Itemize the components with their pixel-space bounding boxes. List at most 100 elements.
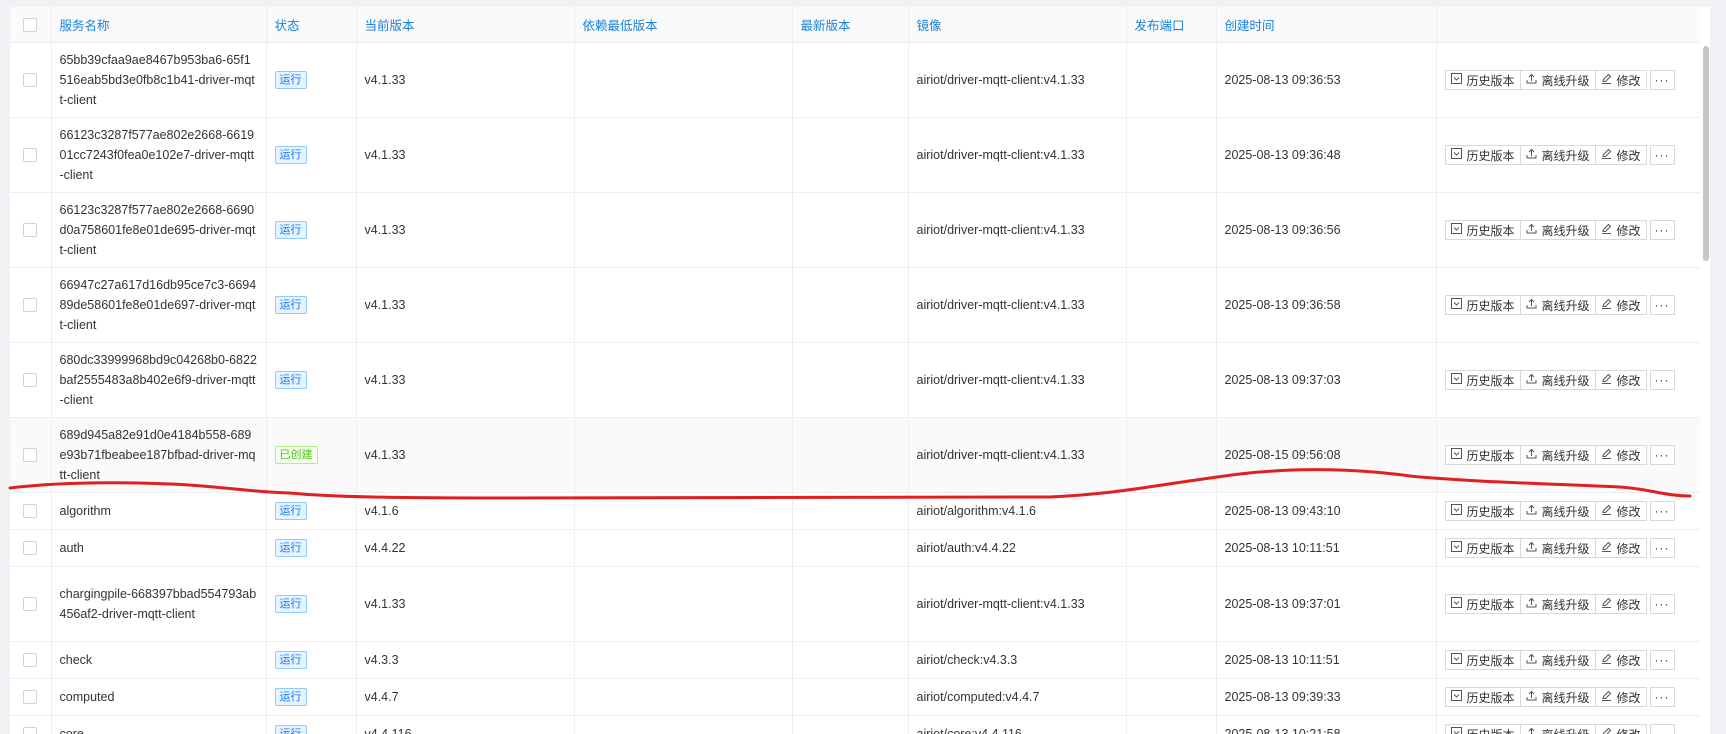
table-row[interactable]: 66947c27a617d16db95ce7c3-669489de58601fe… [10,267,1710,343]
row-checkbox-cell[interactable] [10,529,52,567]
more-actions-button[interactable]: ··· [1649,145,1675,165]
vertical-scrollbar[interactable] [1700,7,1710,734]
edit-button[interactable]: 修改 [1594,145,1647,165]
table-row[interactable]: algorithm 运行 v4.1.6 airiot/algorithm:v4.1.6… [10,492,1710,530]
select-all-checkbox-cell[interactable] [10,7,52,43]
row-checkbox-cell[interactable] [10,678,52,716]
offline-upgrade-button[interactable]: 离线升级 [1519,594,1596,614]
table-row[interactable]: 680dc33999968bd9c04268b0-6822baf2555483a… [10,342,1710,418]
edit-button[interactable]: 修改 [1594,501,1647,521]
offline-upgrade-button[interactable]: 离线升级 [1519,295,1596,315]
offline-upgrade-button[interactable]: 离线升级 [1519,650,1596,670]
history-version-button[interactable]: 历史版本 [1444,538,1521,558]
column-header-latest-version[interactable]: 最新版本 [792,7,909,43]
row-checkbox[interactable] [23,298,38,313]
edit-icon [1601,597,1617,611]
offline-upgrade-button[interactable]: 离线升级 [1519,687,1596,707]
offline-upgrade-button[interactable]: 离线升级 [1519,370,1596,390]
row-checkbox-cell[interactable] [10,117,52,193]
history-version-button[interactable]: 历史版本 [1444,220,1521,240]
service-name: 680dc33999968bd9c04268b0-6822baf2555483a… [51,342,267,418]
more-actions-button[interactable]: ··· [1649,538,1675,558]
row-checkbox[interactable] [23,504,38,519]
row-checkbox[interactable] [23,727,38,734]
select-all-checkbox[interactable] [23,17,38,32]
edit-button[interactable]: 修改 [1594,687,1647,707]
row-checkbox[interactable] [23,597,38,612]
row-checkbox-cell[interactable] [10,566,52,642]
row-checkbox[interactable] [23,541,38,556]
row-checkbox-cell[interactable] [10,267,52,343]
row-checkbox-cell[interactable] [10,715,52,734]
table-row[interactable]: core 运行 v4.4.116 airiot/core:v4.4.116 2025-0… [10,715,1710,734]
table-row[interactable]: chargingpile-668397bbad554793ab456af2-dr… [10,566,1710,642]
row-checkbox[interactable] [23,448,38,463]
more-actions-button[interactable]: ··· [1649,724,1675,734]
row-checkbox-cell[interactable] [10,492,52,530]
more-actions-button[interactable]: ··· [1649,70,1675,90]
offline-upgrade-button[interactable]: 离线升级 [1519,501,1596,521]
offline-upgrade-button[interactable]: 离线升级 [1519,145,1596,165]
scrollbar-thumb[interactable] [1703,46,1709,261]
table-row[interactable]: computed 运行 v4.4.7 airiot/computed:v4.4.7 20… [10,678,1710,716]
column-header-image[interactable]: 镜像 [908,7,1127,43]
table-row[interactable]: 66123c3287f577ae802e2668-6690d0a758601fe… [10,192,1710,268]
offline-upgrade-button[interactable]: 离线升级 [1519,724,1596,734]
history-version-button[interactable]: 历史版本 [1444,594,1521,614]
table-row[interactable]: 65bb39cfaa9ae8467b953ba6-65f1516eab5bd3e… [10,42,1710,118]
offline-upgrade-button[interactable]: 离线升级 [1519,70,1596,90]
row-checkbox-cell[interactable] [10,641,52,679]
edit-button[interactable]: 修改 [1594,538,1647,558]
row-checkbox[interactable] [23,223,38,238]
column-header-status[interactable]: 状态 [266,7,357,43]
edit-button[interactable]: 修改 [1594,370,1647,390]
history-version-button[interactable]: 历史版本 [1444,145,1521,165]
table-row[interactable]: auth 运行 v4.4.22 airiot/auth:v4.4.22 2025-08-… [10,529,1710,567]
history-version-button[interactable]: 历史版本 [1444,445,1521,465]
edit-button[interactable]: 修改 [1594,70,1647,90]
table-row[interactable]: check 运行 v4.3.3 airiot/check:v4.3.3 2025-08-… [10,641,1710,679]
edit-button[interactable]: 修改 [1594,724,1647,734]
more-actions-button[interactable]: ··· [1649,687,1675,707]
offline-upgrade-button[interactable]: 离线升级 [1519,220,1596,240]
more-actions-button[interactable]: ··· [1649,370,1675,390]
column-header-created[interactable]: 创建时间 [1216,7,1437,43]
row-checkbox[interactable] [23,373,38,388]
history-version-button[interactable]: 历史版本 [1444,724,1521,734]
edit-button[interactable]: 修改 [1594,295,1647,315]
edit-button[interactable]: 修改 [1594,445,1647,465]
row-checkbox[interactable] [23,690,38,705]
more-actions-button[interactable]: ··· [1649,220,1675,240]
row-checkbox-cell[interactable] [10,342,52,418]
row-checkbox-cell[interactable] [10,42,52,118]
more-actions-button[interactable]: ··· [1649,650,1675,670]
offline-upgrade-button[interactable]: 离线升级 [1519,445,1596,465]
edit-button[interactable]: 修改 [1594,650,1647,670]
row-checkbox-cell[interactable] [10,192,52,268]
column-header-name[interactable]: 服务名称 [51,7,267,43]
created-time: 2025-08-13 10:21:58 [1216,715,1437,734]
column-header-min-version[interactable]: 依赖最低版本 [574,7,793,43]
offline-upgrade-button[interactable]: 离线升级 [1519,538,1596,558]
row-checkbox[interactable] [23,73,38,88]
table-row[interactable]: 66123c3287f577ae802e2668-661901cc7243f0f… [10,117,1710,193]
edit-button[interactable]: 修改 [1594,220,1647,240]
column-header-port[interactable]: 发布端口 [1126,7,1217,43]
row-checkbox[interactable] [23,148,38,163]
history-version-button[interactable]: 历史版本 [1444,687,1521,707]
history-version-button[interactable]: 历史版本 [1444,295,1521,315]
more-actions-button[interactable]: ··· [1649,594,1675,614]
edit-button[interactable]: 修改 [1594,594,1647,614]
history-version-button[interactable]: 历史版本 [1444,501,1521,521]
row-checkbox[interactable] [23,653,38,668]
more-actions-button[interactable]: ··· [1649,501,1675,521]
row-checkbox-cell[interactable] [10,417,52,493]
history-version-button[interactable]: 历史版本 [1444,370,1521,390]
history-version-button[interactable]: 历史版本 [1444,70,1521,90]
more-actions-button[interactable]: ··· [1649,295,1675,315]
table-row[interactable]: 689d945a82e91d0e4184b558-689e93b71fbeabe… [10,417,1710,493]
history-version-button[interactable]: 历史版本 [1444,650,1521,670]
column-header-current-version[interactable]: 当前版本 [356,7,575,43]
current-version: v4.1.33 [356,417,575,493]
more-actions-button[interactable]: ··· [1649,445,1675,465]
